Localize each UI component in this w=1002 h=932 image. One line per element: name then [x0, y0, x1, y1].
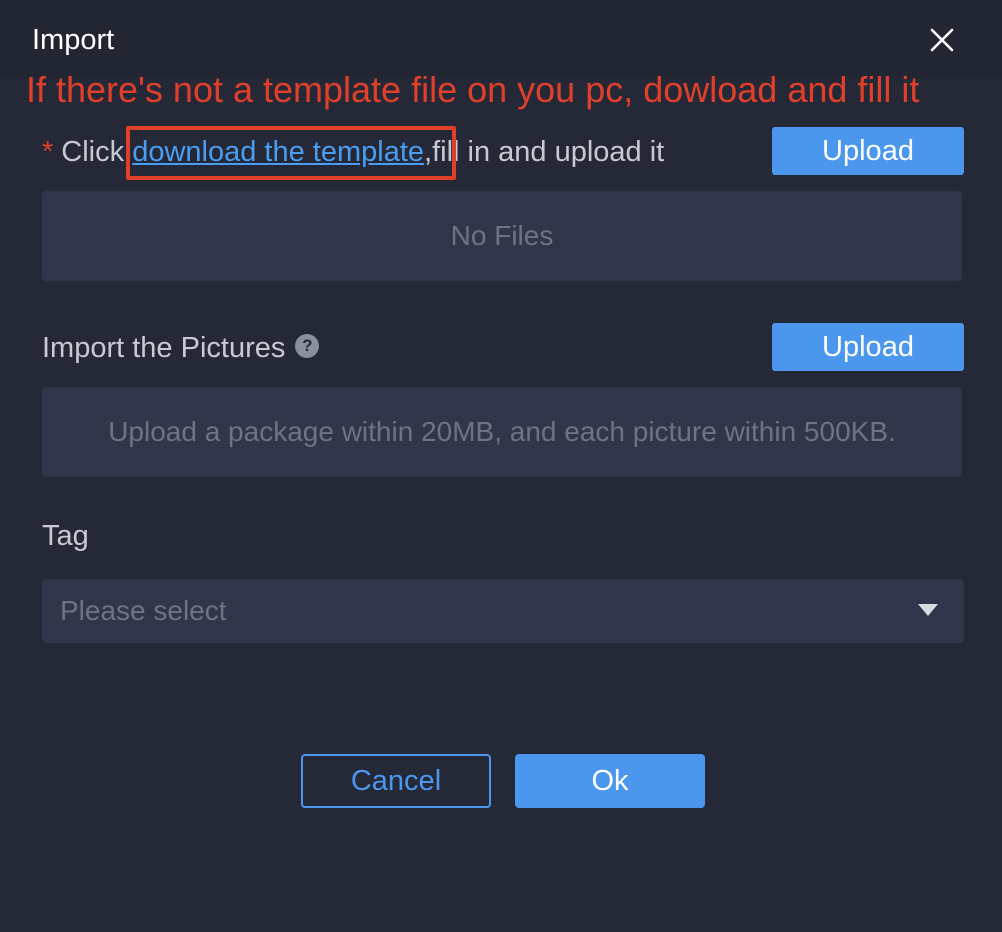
close-icon[interactable] [926, 24, 958, 56]
pictures-label: Import the Pictures [42, 332, 286, 364]
pictures-label-row: Import the Pictures? [42, 330, 320, 366]
question-circle-icon[interactable]: ? [295, 334, 320, 359]
cancel-button[interactable]: Cancel [301, 754, 491, 808]
dialog-title: Import [32, 24, 115, 56]
pictures-file-list: Upload a package within 20MB, and each p… [42, 387, 962, 477]
template-suffix: ,fill in and upload it [424, 136, 665, 168]
dialog-header [0, 0, 1002, 78]
required-mark: * [42, 136, 54, 168]
tag-label: Tag [42, 520, 89, 552]
tag-select[interactable]: Please select [42, 579, 964, 643]
ok-button[interactable]: Ok [515, 754, 705, 808]
template-upload-button[interactable]: Upload [772, 127, 964, 175]
pictures-hint-text: Upload a package within 20MB, and each p… [108, 416, 896, 447]
tag-select-placeholder: Please select [60, 595, 227, 626]
no-files-text: No Files [450, 220, 554, 251]
annotation-note: If there's not a template file on you pc… [26, 69, 920, 110]
annotation-highlight-box [126, 126, 456, 180]
chevron-down-icon [918, 604, 938, 616]
import-dialog: Import If there's not a template file on… [0, 0, 1002, 932]
template-prefix: Click [61, 136, 125, 168]
template-file-list: No Files [42, 191, 962, 281]
pictures-upload-button[interactable]: Upload [772, 323, 964, 371]
